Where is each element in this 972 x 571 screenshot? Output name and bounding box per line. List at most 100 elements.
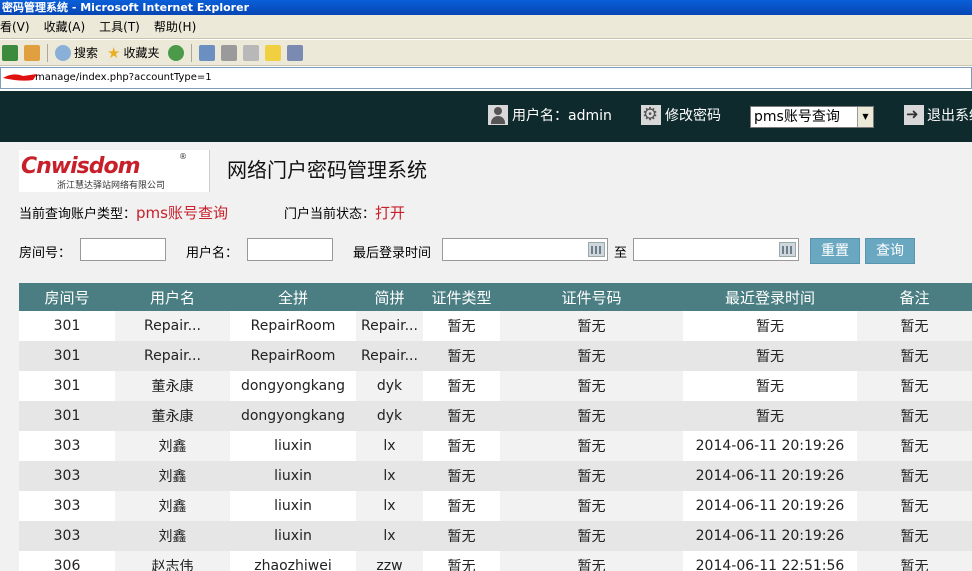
menu-view[interactable]: 看(V)	[0, 18, 38, 35]
chevron-down-icon[interactable]: ▼	[857, 107, 873, 127]
table-row[interactable]: 303 刘鑫 liuxin lx 暂无 暂无 2014-06-11 20:19:26 暂无	[19, 521, 972, 551]
cell-room: 301	[19, 311, 115, 341]
refresh-icon[interactable]	[2, 44, 18, 61]
menu-favorites[interactable]: 收藏(A)	[38, 18, 94, 35]
username-input[interactable]	[247, 238, 333, 261]
menu-tools[interactable]: 工具(T)	[93, 18, 148, 35]
discuss-icon[interactable]	[265, 44, 282, 61]
cell-id-type: 暂无	[423, 371, 500, 401]
col-header-shortpinyin[interactable]: 简拼	[356, 283, 423, 311]
account-type-status: pms账号查询	[136, 204, 228, 222]
calendar-icon[interactable]	[779, 242, 796, 257]
cell-fullpinyin: dongyongkang	[230, 401, 356, 431]
exit-icon	[904, 105, 924, 125]
cell-id-type: 暂无	[423, 341, 500, 371]
query-button[interactable]: 查询	[865, 238, 915, 264]
cell-fullpinyin: RepairRoom	[230, 311, 356, 341]
cell-remark: 暂无	[857, 461, 972, 491]
table-row[interactable]: 303 刘鑫 liuxin lx 暂无 暂无 2014-06-11 20:19:26 暂无	[19, 491, 972, 521]
col-header-last-login[interactable]: 最近登录时间	[683, 283, 857, 311]
cell-last-login: 2014-06-11 20:19:26	[683, 461, 857, 491]
messenger-icon[interactable]	[287, 44, 304, 61]
toolbar-separator	[191, 43, 193, 62]
cell-fullpinyin: liuxin	[230, 461, 356, 491]
cell-shortpinyin: lx	[356, 491, 423, 521]
menu-bar: 看(V) 收藏(A) 工具(T) 帮助(H)	[0, 15, 972, 39]
room-input[interactable]	[80, 238, 166, 261]
home-icon[interactable]	[24, 44, 40, 61]
mail-icon[interactable]	[199, 44, 216, 61]
table-row[interactable]: 301 Repair... RepairRoom Repair... 暂无 暂无 暂无 暂无	[19, 311, 972, 341]
to-label: 至	[614, 246, 628, 261]
cell-remark: 暂无	[857, 401, 972, 431]
col-header-room[interactable]: 房间号	[19, 283, 115, 311]
cell-id-type: 暂无	[423, 551, 500, 571]
cell-shortpinyin: dyk	[356, 401, 423, 431]
col-header-fullpinyin[interactable]: 全拼	[230, 283, 356, 311]
cell-shortpinyin: lx	[356, 461, 423, 491]
cell-room: 301	[19, 371, 115, 401]
cell-room: 303	[19, 461, 115, 491]
cell-remark: 暂无	[857, 311, 972, 341]
user-icon	[488, 105, 508, 125]
menu-help[interactable]: 帮助(H)	[148, 18, 204, 35]
account-table: 房间号 用户名 全拼 简拼 证件类型 证件号码 最近登录时间 备注 301 Rep…	[19, 283, 972, 571]
cell-room: 303	[19, 431, 115, 461]
cell-last-login: 暂无	[683, 311, 857, 341]
col-header-remark[interactable]: 备注	[857, 283, 972, 311]
cell-username: 刘鑫	[115, 461, 230, 491]
cell-remark: 暂无	[857, 371, 972, 401]
col-header-id-type[interactable]: 证件类型	[423, 283, 500, 311]
edit-icon[interactable]	[243, 44, 260, 61]
search-button[interactable]: 搜索	[52, 44, 98, 61]
account-type-label: 当前查询账户类型：	[19, 207, 137, 222]
browser-toolbar: 搜索 ★ 收藏夹	[0, 40, 972, 66]
cell-shortpinyin: lx	[356, 431, 423, 461]
cell-room: 306	[19, 551, 115, 571]
window-title: 密码管理系统 - Microsoft Internet Explorer	[0, 0, 972, 15]
print-icon[interactable]	[221, 44, 238, 61]
change-password-link[interactable]: 修改密码	[641, 104, 721, 125]
cell-last-login: 暂无	[683, 341, 857, 371]
cell-shortpinyin: dyk	[356, 371, 423, 401]
cell-remark: 暂无	[857, 491, 972, 521]
address-bar[interactable]: manage/index.php?accountType=1	[0, 67, 972, 89]
cell-fullpinyin: liuxin	[230, 431, 356, 461]
cell-username: 赵志伟	[115, 551, 230, 571]
cell-id-number: 暂无	[500, 431, 683, 461]
logout-label: 退出系统	[927, 108, 972, 124]
cell-fullpinyin: dongyongkang	[230, 371, 356, 401]
cell-last-login: 暂无	[683, 401, 857, 431]
cell-username: Repair...	[115, 311, 230, 341]
cell-username: 刘鑫	[115, 491, 230, 521]
cell-id-type: 暂无	[423, 431, 500, 461]
change-password-label: 修改密码	[665, 108, 721, 124]
cell-id-type: 暂无	[423, 401, 500, 431]
col-header-id-number[interactable]: 证件号码	[500, 283, 683, 311]
table-header-row: 房间号 用户名 全拼 简拼 证件类型 证件号码 最近登录时间 备注	[19, 283, 972, 311]
table-row[interactable]: 301 董永康 dongyongkang dyk 暂无 暂无 暂无 暂无	[19, 371, 972, 401]
cell-id-number: 暂无	[500, 521, 683, 551]
cell-username: Repair...	[115, 341, 230, 371]
table-row[interactable]: 301 董永康 dongyongkang dyk 暂无 暂无 暂无 暂无	[19, 401, 972, 431]
cell-id-number: 暂无	[500, 311, 683, 341]
current-user: 用户名：admin	[488, 105, 612, 125]
favorites-button[interactable]: ★ 收藏夹	[104, 44, 159, 62]
cell-shortpinyin: zzw	[356, 551, 423, 571]
cell-remark: 暂无	[857, 521, 972, 551]
table-row[interactable]: 301 Repair... RepairRoom Repair... 暂无 暂无 暂无 暂无	[19, 341, 972, 371]
login-end-input[interactable]	[633, 238, 799, 261]
cell-fullpinyin: liuxin	[230, 521, 356, 551]
account-type-select[interactable]: pms账号查询 ▼	[750, 106, 874, 128]
logout-link[interactable]: 退出系统	[904, 105, 972, 125]
username-text: 用户名：admin	[512, 108, 612, 124]
col-header-username[interactable]: 用户名	[115, 283, 230, 311]
login-start-input[interactable]	[442, 238, 608, 261]
table-row[interactable]: 306 赵志伟 zhaozhiwei zzw 暂无 暂无 2014-06-11 22:51:…	[19, 551, 972, 571]
cell-room: 303	[19, 521, 115, 551]
history-icon[interactable]	[168, 44, 185, 61]
table-row[interactable]: 303 刘鑫 liuxin lx 暂无 暂无 2014-06-11 20:19:26 暂无	[19, 461, 972, 491]
reset-button[interactable]: 重置	[810, 238, 860, 264]
table-row[interactable]: 303 刘鑫 liuxin lx 暂无 暂无 2014-06-11 20:19:26 暂无	[19, 431, 972, 461]
calendar-icon[interactable]	[588, 242, 605, 257]
